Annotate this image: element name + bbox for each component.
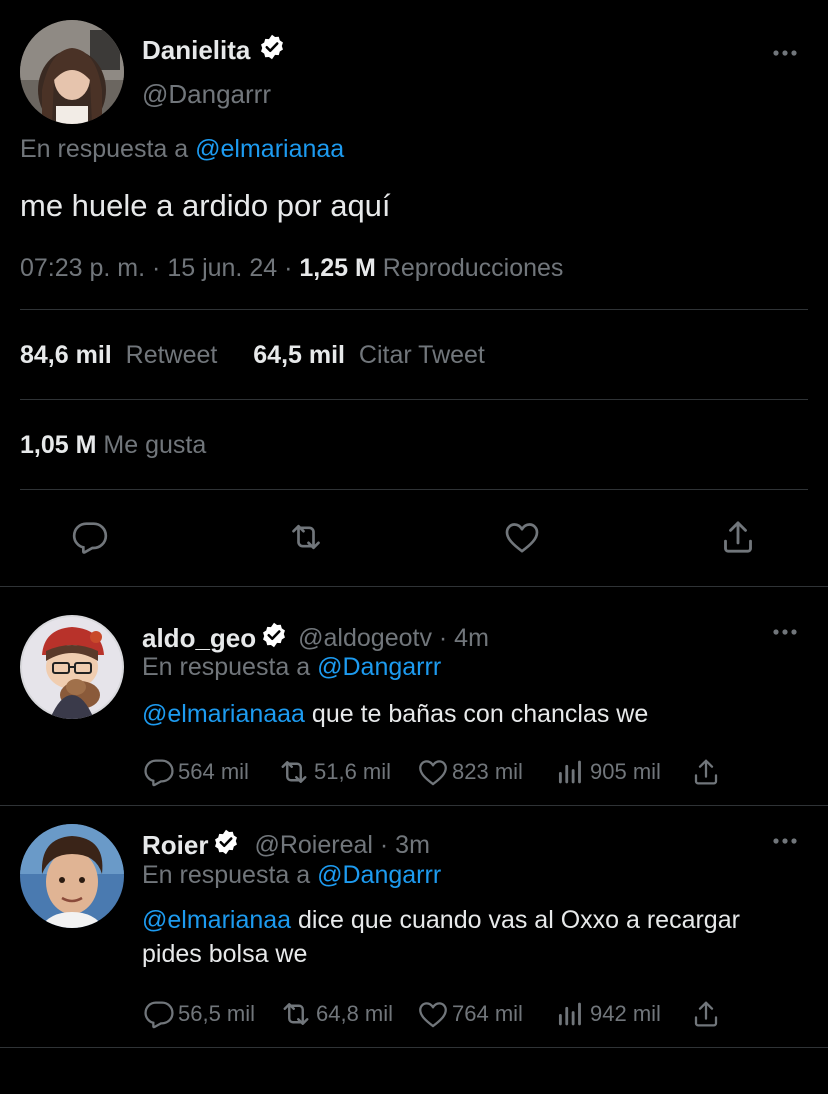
retweet-icon <box>281 761 307 783</box>
tweet-text: @elmarianaa dice que cuando vas al Oxxo … <box>142 903 742 971</box>
meta-separator: · <box>284 254 293 282</box>
verified-badge-icon <box>260 621 288 656</box>
retweets-stat[interactable]: 84,6 mil Retweet <box>20 341 217 369</box>
reply-icon <box>144 1001 174 1029</box>
reply-action-bar: 56,5 mil 64,8 mil 764 mil 942 mil <box>142 997 802 1031</box>
retweet-button[interactable]: 64,8 mil <box>278 997 393 1031</box>
reply-header: Roier @Roiereal · 3m <box>142 828 430 863</box>
retweet-count: 64,8 mil <box>316 1001 394 1026</box>
tweet-text: me huele a ardido por aquí <box>20 188 391 223</box>
like-button[interactable]: 764 mil <box>416 997 523 1031</box>
views-button[interactable]: 942 mil <box>554 997 661 1031</box>
like-button[interactable]: 823 mil <box>416 755 523 789</box>
reply-context: En respuesta a @elmarianaa <box>20 135 344 164</box>
more-icon[interactable] <box>770 46 800 60</box>
share-icon <box>694 1001 718 1027</box>
like-icon <box>505 523 539 553</box>
like-count: 764 mil <box>452 1001 523 1026</box>
reply-button[interactable] <box>70 515 110 559</box>
retweets-label: Retweet <box>125 341 218 369</box>
verified-badge-icon <box>212 828 240 863</box>
tweet-time[interactable]: 07:23 p. m. <box>20 254 145 282</box>
author-name-text[interactable]: Danielita <box>142 35 250 66</box>
author-handle[interactable]: @Dangarrr <box>142 79 271 110</box>
divider <box>0 1047 828 1048</box>
tweet-meta: 07:23 p. m. · 15 jun. 24 · 1,25 M Reprod… <box>20 254 563 283</box>
reply-tweet[interactable]: Roier @Roiereal · 3m En respuesta a @Dan… <box>0 806 828 1048</box>
mention-link[interactable]: @elmarianaaa <box>142 700 305 728</box>
avatar[interactable] <box>20 615 124 719</box>
tweet-text: @elmarianaaa que te bañas con chanclas w… <box>142 697 782 731</box>
avatar[interactable] <box>20 824 124 928</box>
share-icon <box>724 521 752 553</box>
divider <box>20 309 808 310</box>
retweets-count: 84,6 mil <box>20 341 112 369</box>
share-button[interactable] <box>690 997 724 1031</box>
author-handle[interactable]: @Roiereal · 3m <box>254 831 429 860</box>
author-handle[interactable]: @aldogeotv · 4m <box>298 624 489 653</box>
share-button[interactable] <box>718 515 758 559</box>
quotes-label: Citar Tweet <box>358 341 485 369</box>
reply-context: En respuesta a @Dangarrr <box>142 861 441 890</box>
views-count: 1,25 M <box>299 254 376 282</box>
likes-label: Me gusta <box>103 431 207 459</box>
reply-action-bar: 564 mil 51,6 mil 823 mil 905 mil <box>142 755 802 789</box>
reply-to-link[interactable]: @Dangarrr <box>317 653 441 681</box>
reply-prefix: En respuesta a <box>142 861 311 889</box>
retweet-count: 51,6 mil <box>314 759 392 784</box>
like-count: 823 mil <box>452 759 523 784</box>
reply-prefix: En respuesta a <box>20 135 189 163</box>
verified-badge-icon <box>258 33 286 68</box>
author-name[interactable]: Danielita <box>142 33 286 68</box>
reply-icon <box>72 522 108 554</box>
author-name[interactable]: aldo_geo <box>142 623 256 654</box>
reply-icon <box>144 759 174 787</box>
tweet-date[interactable]: 15 jun. 24 <box>167 254 277 282</box>
views-icon <box>558 1002 581 1026</box>
share-icon <box>694 759 718 785</box>
like-icon <box>419 760 447 786</box>
retweet-icon <box>292 524 320 550</box>
tweet-body: que te bañas con chanclas we <box>311 700 649 728</box>
share-button[interactable] <box>690 755 724 789</box>
reply-button[interactable]: 56,5 mil <box>142 997 255 1031</box>
avatar[interactable] <box>20 20 124 124</box>
reply-tweet[interactable]: aldo_geo @aldogeotv · 4m En respuesta a … <box>0 587 828 805</box>
views-count: 905 mil <box>590 759 661 784</box>
views-count: 942 mil <box>590 1001 661 1026</box>
retweet-button[interactable] <box>286 515 326 559</box>
views-label: Reproducciones <box>382 254 564 282</box>
views-icon <box>558 760 581 784</box>
retweet-stats: 84,6 mil Retweet 64,5 mil Citar Tweet <box>20 341 485 370</box>
more-icon[interactable] <box>770 834 800 848</box>
more-icon[interactable] <box>770 625 800 639</box>
author-name[interactable]: Roier <box>142 830 208 861</box>
like-button[interactable] <box>502 515 542 559</box>
reply-to-link[interactable]: @Dangarrr <box>317 861 441 889</box>
quotes-stat[interactable]: 64,5 mil Citar Tweet <box>253 341 485 369</box>
reply-context: En respuesta a @Dangarrr <box>142 653 441 682</box>
action-bar <box>0 515 828 563</box>
likes-stat[interactable]: 1,05 M Me gusta <box>20 431 206 460</box>
likes-count: 1,05 M <box>20 431 97 459</box>
mention-link[interactable]: @elmarianaa <box>142 906 291 934</box>
main-tweet: Danielita @Dangarrr En respuesta a @elma… <box>0 0 828 588</box>
reply-to-link[interactable]: @elmarianaa <box>195 135 344 163</box>
quotes-count: 64,5 mil <box>253 341 345 369</box>
reply-count: 56,5 mil <box>178 1001 256 1026</box>
reply-count: 564 mil <box>178 759 249 784</box>
retweet-icon <box>283 1003 309 1025</box>
reply-prefix: En respuesta a <box>142 653 311 681</box>
like-icon <box>419 1002 447 1028</box>
divider <box>20 489 808 490</box>
meta-separator: · <box>152 254 161 282</box>
reply-button[interactable]: 564 mil <box>142 755 249 789</box>
reply-header: aldo_geo @aldogeotv · 4m <box>142 621 489 656</box>
divider <box>20 399 808 400</box>
views-button[interactable]: 905 mil <box>554 755 661 789</box>
retweet-button[interactable]: 51,6 mil <box>276 755 391 789</box>
